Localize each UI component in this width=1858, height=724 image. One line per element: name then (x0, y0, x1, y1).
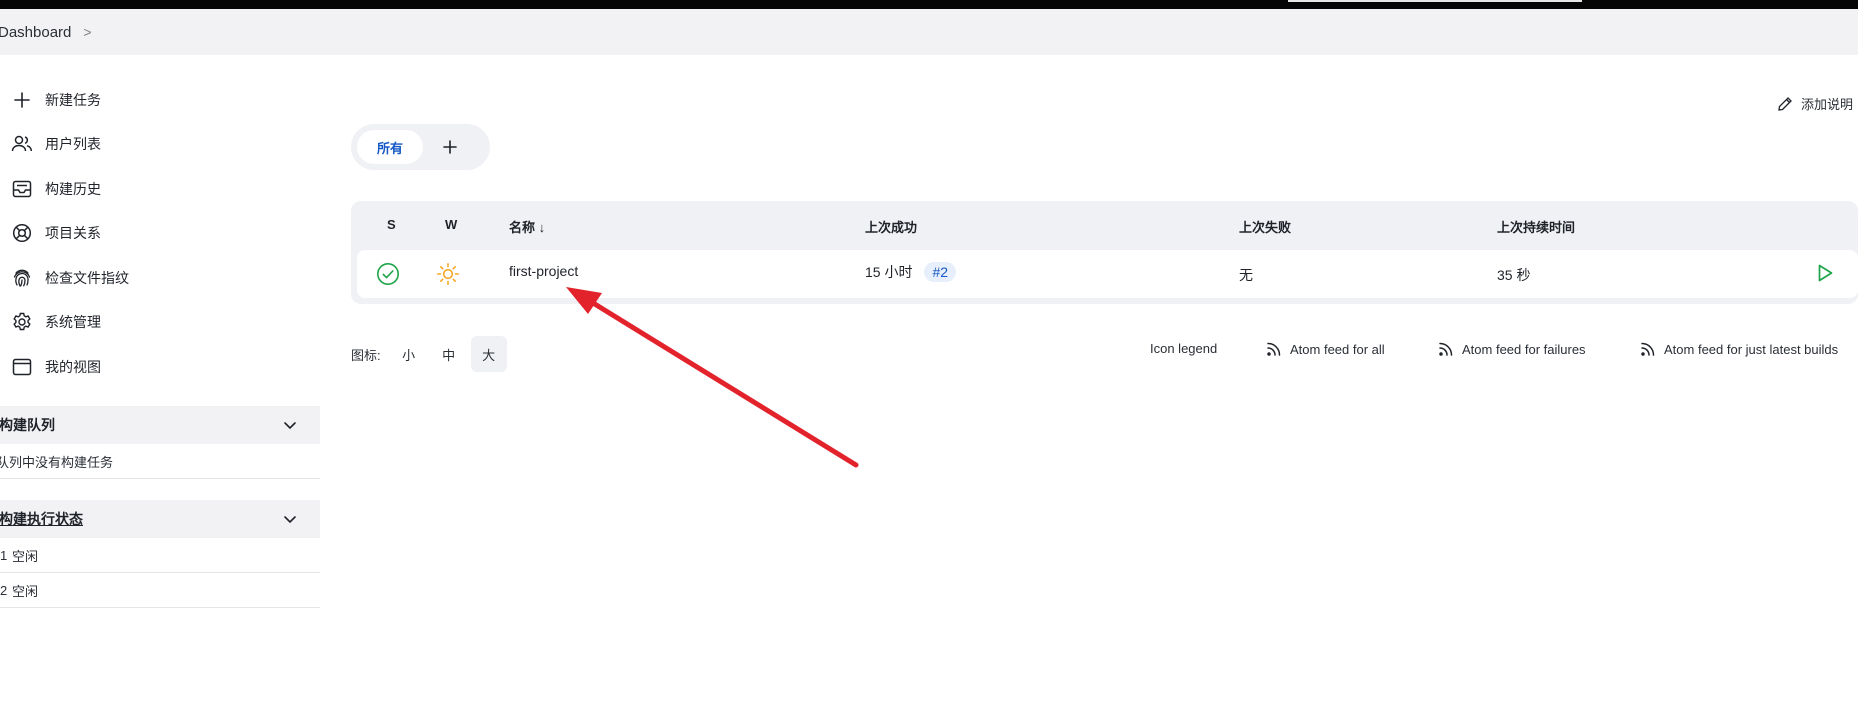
last-failure-cell: 无 (1239, 267, 1253, 283)
icon-size-small[interactable]: 小 (391, 336, 427, 372)
gear-icon (11, 311, 33, 333)
rss-icon (1641, 342, 1655, 356)
plus-icon (11, 89, 33, 111)
atom-feed-failures-link[interactable]: Atom feed for failures (1438, 341, 1586, 357)
sidebar-item-new-task[interactable]: 新建任务 (0, 80, 300, 120)
add-view-button[interactable] (436, 133, 464, 161)
schedule-build-play-icon[interactable] (1815, 263, 1835, 286)
window-icon (11, 356, 33, 378)
breadcrumb-dashboard-link[interactable]: Dashboard (0, 24, 71, 41)
add-description-button[interactable]: 添加说明 (1777, 94, 1853, 113)
build-queue-header[interactable]: 构建队列 (0, 406, 320, 444)
column-header-last-failure[interactable]: 上次失败 (1239, 217, 1291, 236)
icon-size-medium[interactable]: 中 (431, 336, 467, 372)
sidebar-item-label: 新建任务 (45, 92, 101, 108)
build-number-link[interactable]: #2 (924, 262, 957, 282)
atom-feed-latest-link[interactable]: Atom feed for just latest builds (1640, 341, 1838, 357)
fingerprint-icon (11, 267, 33, 289)
sidebar-item-label: 用户列表 (45, 136, 101, 152)
rss-icon (1267, 342, 1281, 356)
executor-row: 2 空闲 (0, 573, 320, 608)
atom-feed-all-link[interactable]: Atom feed for all (1266, 341, 1385, 357)
icon-size-label: 图标: (351, 347, 381, 363)
chevron-down-icon[interactable] (282, 511, 298, 527)
users-icon (11, 133, 33, 155)
atom-feed-all-label: Atom feed for all (1290, 341, 1385, 357)
relationship-icon (11, 222, 33, 244)
executor-number: 2 (0, 582, 8, 598)
sidebar-item-build-history[interactable]: 构建历史 (0, 169, 300, 209)
last-duration-cell: 35 秒 (1497, 267, 1531, 283)
icon-legend-label: Icon legend (1150, 341, 1218, 356)
sidebar-item-my-views[interactable]: 我的视图 (0, 347, 300, 387)
icon-size-large[interactable]: 大 (470, 336, 507, 372)
table-row: first-project 15 小时 #2 无 35 秒 (357, 250, 1858, 298)
jobs-table: S W 名称 ↓ 上次成功 上次失败 上次持续时间 first-project … (351, 201, 1858, 304)
breadcrumb: Dashboard > (0, 9, 1858, 55)
atom-feed-failures-label: Atom feed for failures (1462, 341, 1586, 357)
sun-weather-icon[interactable] (436, 262, 460, 289)
executor-row: 1 空闲 (0, 538, 320, 573)
last-success-cell: 15 小时 #2 (865, 262, 957, 282)
column-header-last-success[interactable]: 上次成功 (865, 217, 917, 236)
view-tabs: 所有 (351, 124, 490, 170)
search-box-edge[interactable] (1288, 0, 1582, 2)
executor-status-header[interactable]: 构建执行状态 (0, 500, 320, 538)
sidebar-item-label: 系统管理 (45, 314, 101, 330)
column-header-name[interactable]: 名称 ↓ (509, 217, 545, 236)
plus-icon (443, 140, 457, 154)
column-header-status[interactable]: S (387, 217, 396, 232)
icon-size-selector: 图标: 小 中 大 (351, 336, 507, 372)
pencil-icon (1778, 96, 1792, 111)
icon-legend-link[interactable]: Icon legend (1150, 341, 1217, 356)
executor-status: 空闲 (12, 548, 39, 564)
breadcrumb-separator-icon[interactable]: > (83, 24, 91, 40)
build-queue-title: 构建队列 (0, 417, 55, 433)
tab-all[interactable]: 所有 (357, 130, 423, 164)
sidebar-item-project-relationship[interactable]: 项目关系 (0, 213, 300, 253)
column-header-last-duration[interactable]: 上次持续时间 (1497, 217, 1575, 236)
atom-feed-latest-label: Atom feed for just latest builds (1664, 341, 1839, 357)
inbox-icon (11, 178, 33, 200)
executor-number: 1 (0, 547, 8, 563)
sidebar-item-system-management[interactable]: 系统管理 (0, 302, 300, 342)
executor-status: 空闲 (12, 583, 39, 599)
executor-status-title[interactable]: 构建执行状态 (0, 509, 83, 529)
last-success-time: 15 小时 (865, 264, 913, 280)
add-description-label: 添加说明 (1801, 97, 1854, 112)
sidebar-item-fingerprint[interactable]: 检查文件指纹 (0, 258, 300, 298)
chevron-down-icon[interactable] (282, 417, 298, 433)
sidebar-item-label: 我的视图 (45, 359, 101, 375)
build-queue-empty-message: 队列中没有构建任务 (0, 454, 114, 470)
rss-icon (1439, 342, 1453, 356)
sidebar-item-users[interactable]: 用户列表 (0, 124, 300, 164)
sidebar-item-label: 构建历史 (45, 181, 101, 197)
sidebar-item-label: 项目关系 (45, 225, 101, 241)
sidebar-item-label: 检查文件指纹 (45, 270, 129, 286)
job-link[interactable]: first-project (509, 263, 578, 279)
success-status-icon[interactable] (376, 262, 400, 289)
column-header-weather[interactable]: W (445, 217, 457, 232)
top-header-bar (0, 0, 1858, 9)
build-queue-empty: 队列中没有构建任务 (0, 444, 320, 479)
